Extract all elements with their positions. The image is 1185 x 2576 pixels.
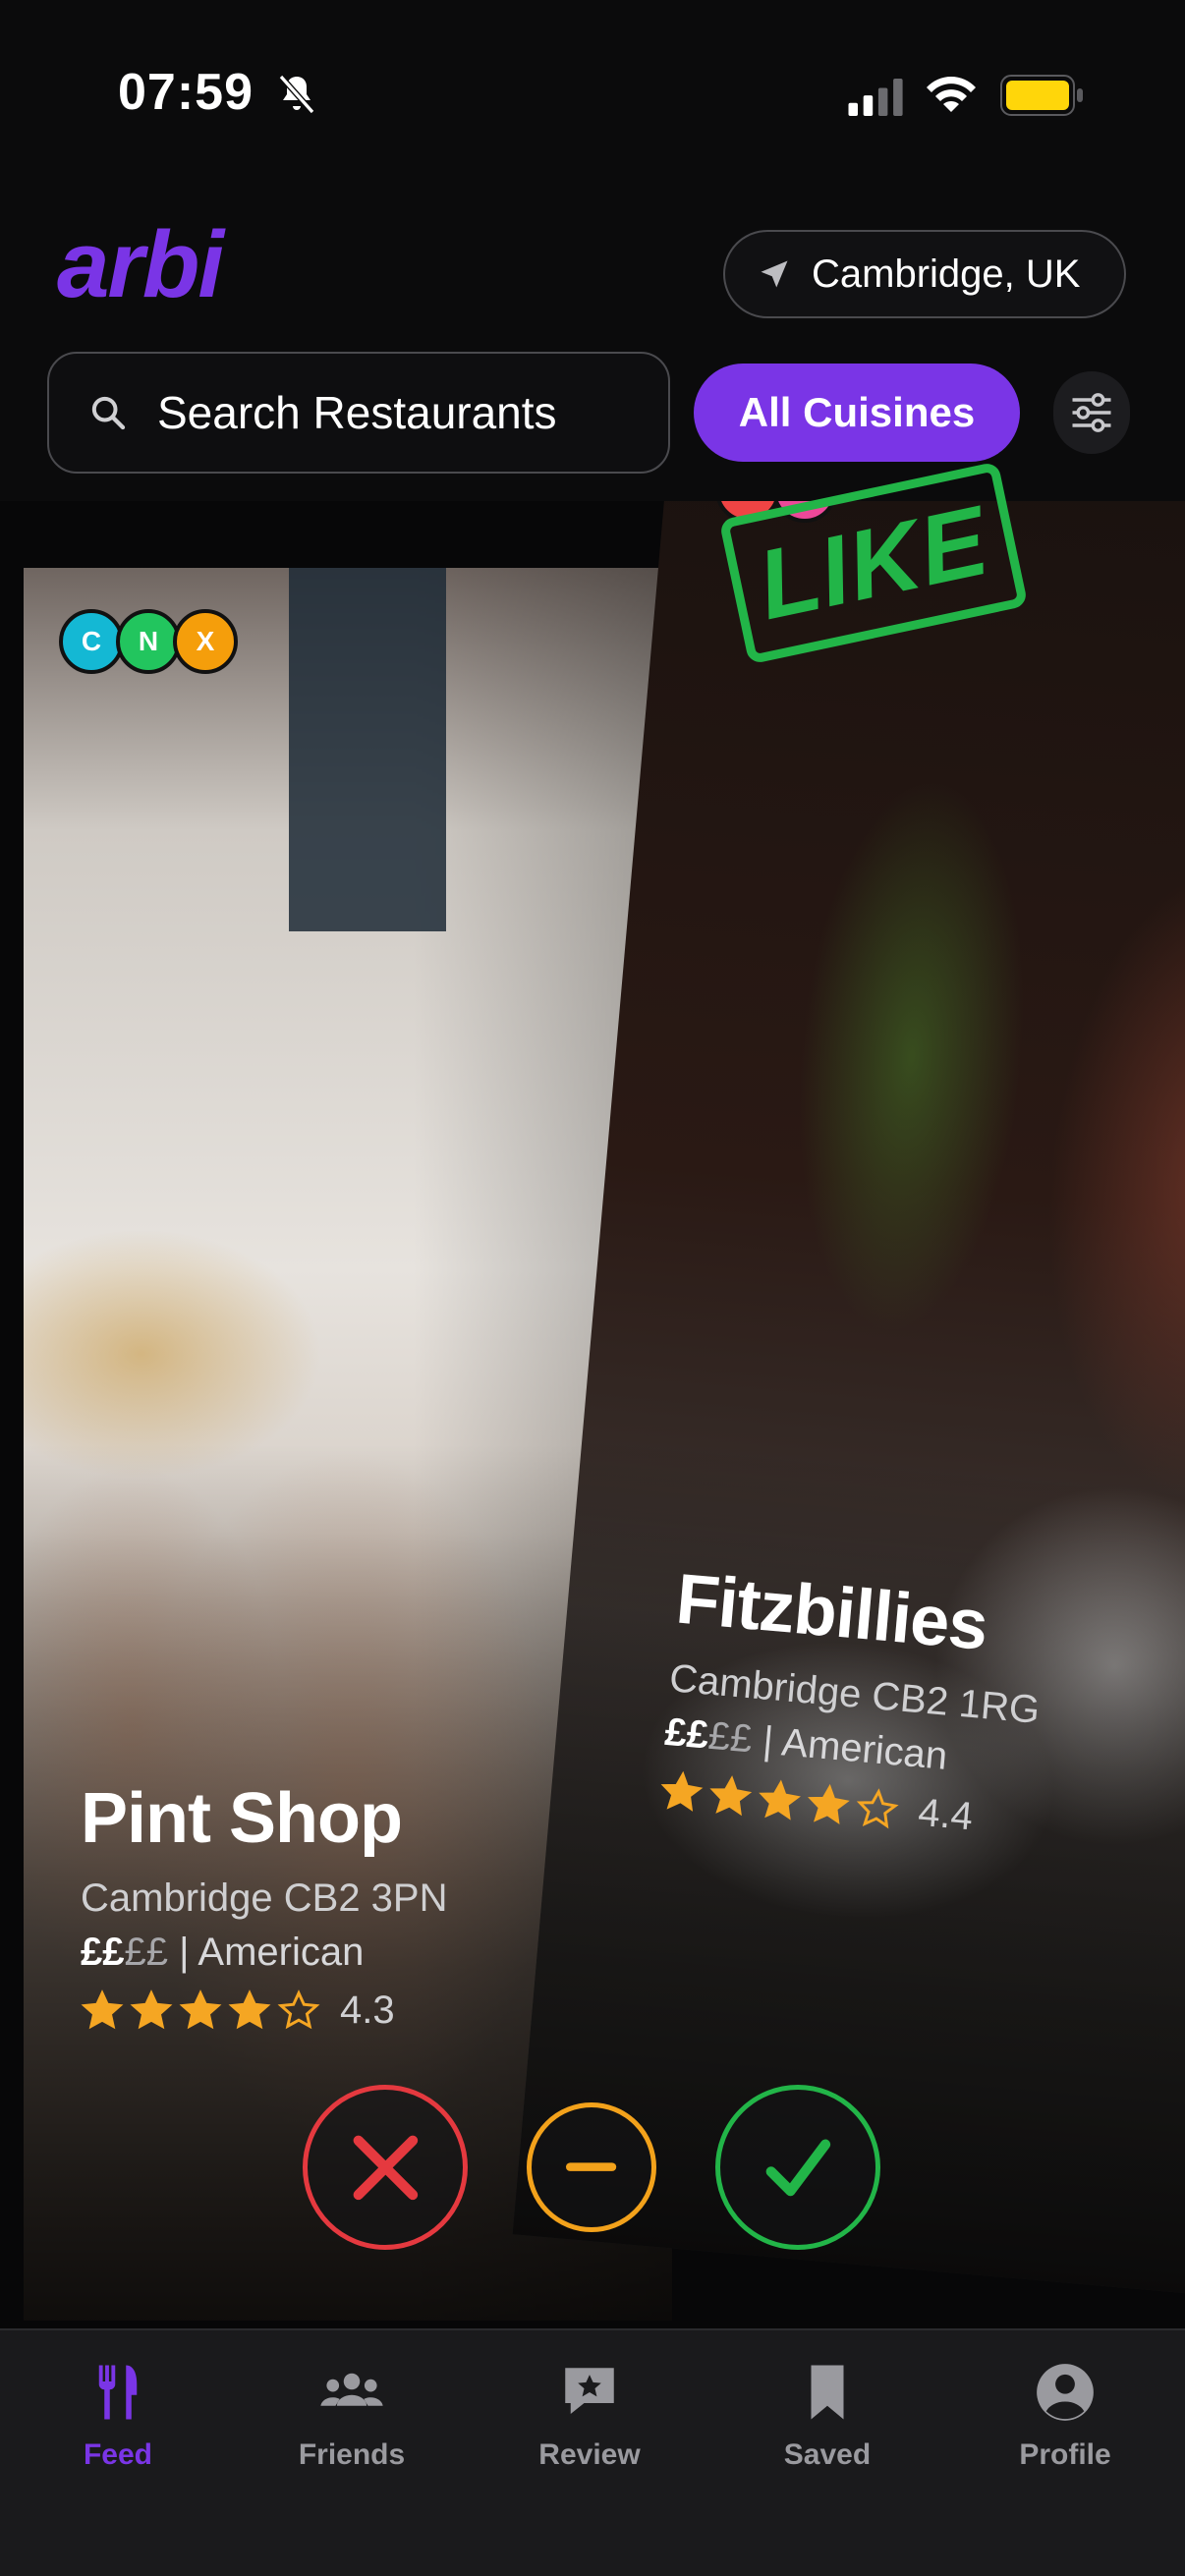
rating-value: 4.4: [916, 1790, 975, 1839]
friends-icon: [320, 2373, 383, 2406]
friend-avatars: C N X: [59, 609, 238, 674]
price-remaining: ££: [706, 1713, 755, 1762]
star-filled-icon: [759, 1778, 802, 1820]
bookmark-icon: [811, 2365, 844, 2420]
signal-icon: [848, 79, 903, 116]
tab-label: Friends: [298, 2438, 406, 2471]
star-filled-icon: [709, 1774, 753, 1816]
rating-value: 4.3: [340, 1988, 395, 2032]
search-icon: [91, 396, 126, 430]
star-filled-icon: [228, 1988, 271, 2029]
app-screen: 07:59 arbi Cambridge, UK Search Restaura…: [0, 0, 1185, 2576]
card-info: Pint Shop Cambridge CB2 3PN ££££ | Ameri…: [81, 1778, 448, 2033]
status-bar: 07:59: [0, 0, 1185, 187]
sliders-icon: [1072, 393, 1111, 432]
tab-profile[interactable]: Profile: [967, 2360, 1163, 2472]
tab-feed[interactable]: Feed: [20, 2360, 216, 2472]
dislike-button[interactable]: [303, 2085, 468, 2250]
star-filled-icon: [81, 1988, 124, 2029]
brand-logo: arbi: [57, 212, 224, 317]
minus-icon: [566, 2162, 617, 2172]
like-button[interactable]: [715, 2085, 880, 2250]
wifi-icon: [927, 77, 976, 112]
card-info: Fitzbillies Cambridge CB2 1RG ££££ | Ame…: [658, 1559, 1050, 1845]
fork-knife-icon: [98, 2365, 138, 2420]
price-remaining: ££: [124, 1931, 169, 1974]
bottom-tab-bar: Feed Friends Review Saved Profile: [0, 2328, 1185, 2576]
check-icon: [765, 2139, 830, 2196]
star-filled-icon: [179, 1988, 222, 2029]
tab-friends[interactable]: Friends: [254, 2360, 450, 2472]
restaurant-address: Cambridge CB2 3PN: [81, 1876, 448, 1920]
tab-saved[interactable]: Saved: [729, 2360, 926, 2472]
neutral-button[interactable]: [527, 2102, 656, 2232]
filter-settings-button[interactable]: [1053, 371, 1130, 454]
star-filled-icon: [808, 1783, 850, 1824]
tab-label: Saved: [783, 2438, 872, 2471]
tab-review[interactable]: Review: [491, 2360, 688, 2472]
star-outline-icon: [277, 1988, 320, 2029]
location-arrow-icon: [761, 260, 788, 288]
location-label: Cambridge, UK: [812, 252, 1081, 296]
avatar: N: [116, 609, 181, 674]
bell-mute-icon: [278, 75, 315, 114]
rating-row: 4.3: [81, 1988, 448, 2033]
cuisine-label: American: [198, 1931, 365, 1974]
restaurant-name: Pint Shop: [81, 1779, 403, 1858]
card-stack: C N X Pint Shop Cambridge CB2 3PN ££££ |…: [0, 501, 1185, 2328]
location-button[interactable]: Cambridge, UK: [723, 230, 1126, 318]
price-level: ££: [662, 1709, 710, 1758]
avatar: X: [173, 609, 238, 674]
status-time: 07:59: [118, 64, 254, 121]
tab-label: Profile: [1019, 2438, 1111, 2471]
price-cuisine: ££££ | American: [81, 1931, 365, 1974]
tab-label: Review: [538, 2438, 641, 2471]
review-icon: [565, 2368, 614, 2414]
swipe-actions: [0, 2085, 1185, 2252]
search-input[interactable]: [157, 386, 668, 439]
star-filled-icon: [130, 1988, 173, 2029]
price-level: ££: [81, 1931, 125, 1974]
avatar: C: [59, 609, 124, 674]
search-box[interactable]: [47, 352, 670, 474]
star-filled-icon: [660, 1770, 704, 1812]
battery-icon: [1000, 75, 1083, 116]
star-rating: [81, 1988, 326, 2033]
profile-icon: [1037, 2364, 1094, 2421]
close-icon: [353, 2135, 418, 2200]
cuisine-filter-button[interactable]: All Cuisines: [694, 364, 1020, 462]
tab-label: Feed: [83, 2438, 153, 2471]
cuisine-label: American: [779, 1720, 949, 1778]
star-outline-icon: [856, 1787, 899, 1828]
